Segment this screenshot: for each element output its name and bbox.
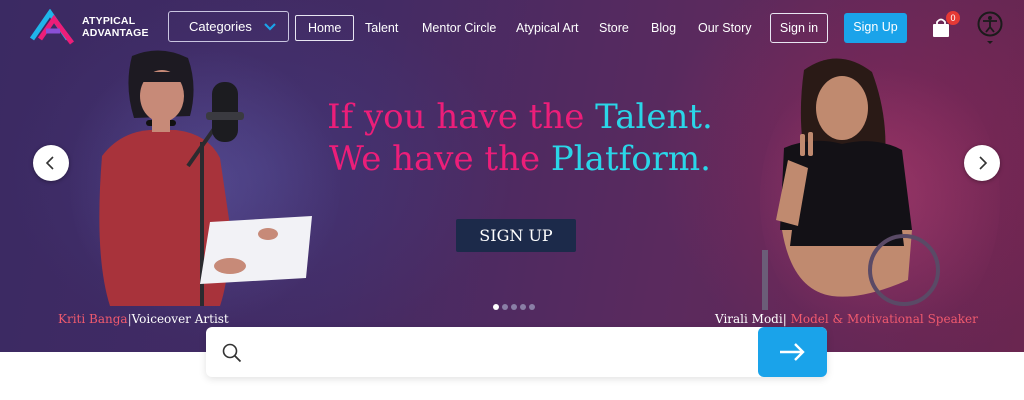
kriti-banga-photo xyxy=(99,50,312,306)
headline-line2-b: Platform. xyxy=(550,139,711,179)
hero-headline: If you have the Talent. We have the Plat… xyxy=(300,96,740,180)
carousel-next-button[interactable] xyxy=(964,145,1000,181)
left-caption-name: Kriti Banga xyxy=(58,312,128,326)
cart-button[interactable]: 0 xyxy=(932,11,962,40)
nav-talent[interactable]: Talent xyxy=(365,21,398,47)
cart-count-badge: 0 xyxy=(946,11,960,25)
carousel-dot-1[interactable] xyxy=(493,304,499,310)
arrow-right-icon xyxy=(780,343,805,361)
headline-line2-a: We have the xyxy=(329,139,551,179)
categories-dropdown[interactable]: Categories xyxy=(168,11,289,42)
nav-store[interactable]: Store xyxy=(599,21,629,47)
nav-home[interactable]: Home xyxy=(295,15,355,41)
carousel-dot-2[interactable] xyxy=(502,304,508,310)
hero-signup-button[interactable]: SIGN UP xyxy=(456,219,576,252)
signin-button[interactable]: Sign in xyxy=(770,13,828,43)
brand-name-line2: ADVANTAGE xyxy=(82,27,149,39)
search-submit-button[interactable] xyxy=(758,327,827,377)
left-caption-role: Voiceover Artist xyxy=(131,312,229,326)
top-navbar: ATYPICAL ADVANTAGE Categories Home Talen… xyxy=(0,0,1024,54)
signup-nav-button[interactable]: Sign Up xyxy=(844,13,907,43)
carousel-dot-3[interactable] xyxy=(511,304,517,310)
virali-modi-photo xyxy=(762,58,940,310)
right-caption: Virali Modi| Model & Motivational Speake… xyxy=(715,312,978,326)
chevron-left-icon xyxy=(45,156,54,170)
left-caption: Kriti Banga|Voiceover Artist xyxy=(58,312,229,326)
right-caption-name: Virali Modi xyxy=(715,312,783,326)
nav-our-story[interactable]: Our Story xyxy=(698,21,752,47)
right-caption-role: Model & Motivational Speaker xyxy=(790,312,978,326)
nav-mentor-circle[interactable]: Mentor Circle xyxy=(422,21,496,47)
brand-name-line1: ATYPICAL xyxy=(82,15,136,27)
carousel-prev-button[interactable] xyxy=(33,145,69,181)
chevron-down-icon xyxy=(264,23,276,31)
logo-icon xyxy=(30,9,74,45)
carousel-dot-4[interactable] xyxy=(520,304,526,310)
brand-name: ATYPICAL ADVANTAGE xyxy=(82,15,172,39)
nav-blog[interactable]: Blog xyxy=(651,21,676,47)
headline-line1-a: If you have the xyxy=(327,97,596,137)
categories-label: Categories xyxy=(189,19,252,34)
carousel-dot-5[interactable] xyxy=(529,304,535,310)
search-icon xyxy=(222,343,242,363)
headline-line1: If you have the Talent. xyxy=(300,96,740,138)
headline-line1-b: Talent. xyxy=(595,97,713,137)
nav-atypical-art[interactable]: Atypical Art xyxy=(516,21,579,47)
brand-logo[interactable]: ATYPICAL ADVANTAGE xyxy=(30,9,170,45)
right-caption-separator: | xyxy=(782,312,787,326)
search-input[interactable] xyxy=(254,337,754,367)
accessibility-icon xyxy=(977,11,1003,44)
headline-line2: We have the Platform. xyxy=(300,138,740,180)
carousel-dots xyxy=(493,304,543,312)
accessibility-button[interactable] xyxy=(977,11,1003,45)
search-bar xyxy=(206,327,827,377)
chevron-right-icon xyxy=(979,156,988,170)
